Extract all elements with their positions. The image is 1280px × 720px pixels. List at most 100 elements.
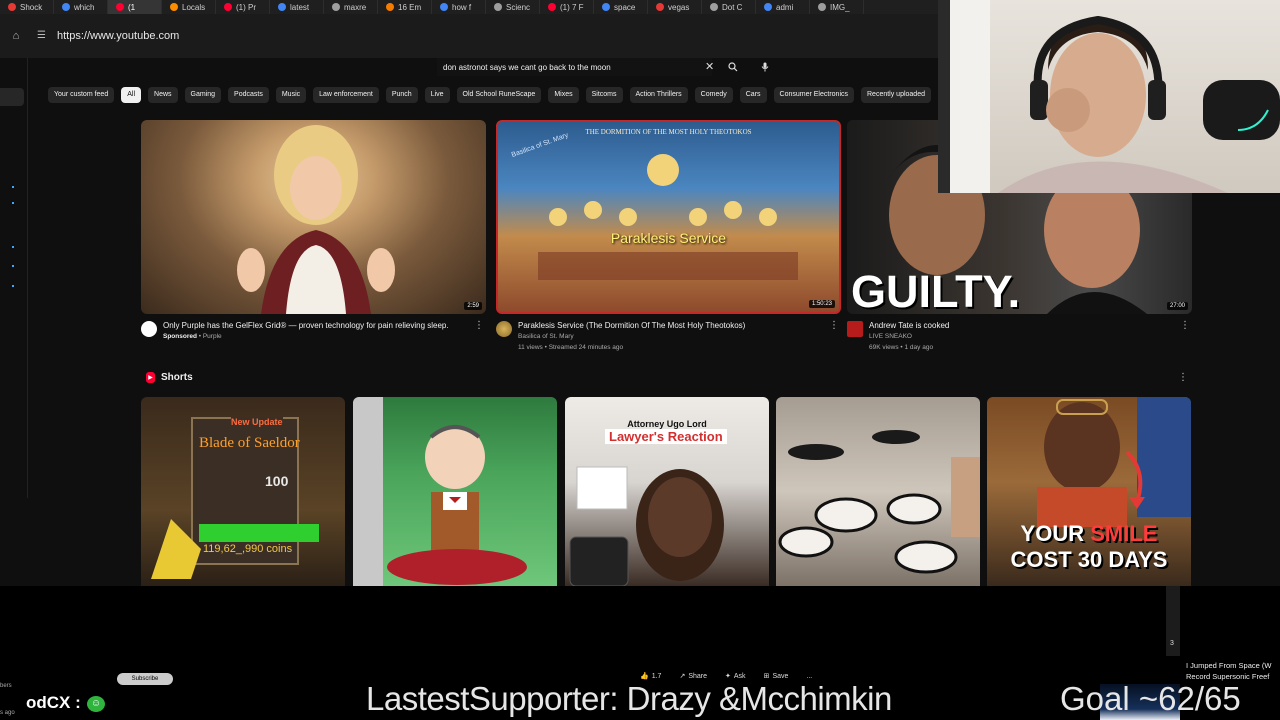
channel-avatar[interactable] [847, 321, 863, 337]
shorts-title: Shorts [161, 372, 193, 383]
chip-cars[interactable]: Cars [739, 87, 767, 103]
browser-tab[interactable]: IMG_ [810, 0, 864, 14]
video-title[interactable]: Andrew Tate is cooked [869, 320, 1174, 331]
video-card[interactable]: 2:59 Only Purple has the GelFlex Grid® —… [141, 120, 486, 356]
channel-name[interactable]: Basilica of St. Mary [518, 331, 841, 342]
chip-all[interactable]: All [121, 87, 142, 103]
channel-name[interactable]: LIVE SNEAKO [869, 331, 1192, 342]
browser-tab[interactable]: (1) Pr [216, 0, 270, 14]
channel-avatar[interactable] [141, 321, 157, 337]
browser-tab[interactable]: Locals [162, 0, 216, 14]
tab-label: which [74, 2, 95, 12]
short-card[interactable]: New Update Blade of Saeldor 100 119,62_,… [141, 397, 345, 586]
browser-tab[interactable]: Scienc [486, 0, 540, 14]
chip-podcasts[interactable]: Podcasts [228, 87, 269, 103]
more-options-icon[interactable]: ⋮ [1180, 320, 1190, 331]
browser-tab[interactable]: maxre [324, 0, 378, 14]
chip-consumer-electronics[interactable]: Consumer Electronics [773, 87, 854, 103]
thumbnail-caption: Paraklesis Service [610, 230, 727, 246]
more-options-icon[interactable]: ⋮ [1178, 372, 1188, 383]
browser-tab[interactable]: Shock [0, 0, 54, 14]
short-card[interactable] [353, 397, 557, 586]
tab-favicon-icon [170, 3, 178, 11]
short-card[interactable] [776, 397, 980, 586]
tab-favicon-icon [548, 3, 556, 11]
browser-tab[interactable]: vegas [648, 0, 702, 14]
coin-count: 119,62_,990 coins [203, 543, 293, 555]
sidebar-home-item[interactable] [0, 88, 24, 106]
browser-tab[interactable]: space [594, 0, 648, 14]
browser-tab[interactable]: 16 Em [378, 0, 432, 14]
short-card[interactable]: YOUR SMILE COST 30 DAYS [987, 397, 1191, 586]
ask-button[interactable]: ✦ Ask [725, 672, 746, 681]
more-options-icon[interactable]: ⋮ [829, 320, 839, 331]
chip-music[interactable]: Music [275, 87, 307, 103]
search-input[interactable] [437, 58, 712, 76]
left-sidebar-rail [0, 58, 28, 498]
tab-favicon-icon [440, 3, 448, 11]
tab-favicon-icon [818, 3, 826, 11]
chip-law-enforcement[interactable]: Law enforcement [313, 87, 379, 103]
tab-label: Dot C [722, 2, 743, 12]
latest-supporter-ticker: LastestSupporter: Drazy &Mcchimkin [366, 680, 892, 717]
chip-action-thrillers[interactable]: Action Thrillers [629, 87, 688, 103]
chip-gaming[interactable]: Gaming [184, 87, 222, 103]
video-title[interactable]: Paraklesis Service (The Dormition Of The… [518, 320, 823, 331]
video-duration: 1:50:23 [808, 300, 835, 308]
site-settings-icon[interactable]: ☰ [37, 30, 49, 42]
tab-favicon-icon [764, 3, 772, 11]
tab-favicon-icon [494, 3, 502, 11]
more-button[interactable]: ... [806, 672, 812, 680]
sidebar-live-dot [12, 202, 14, 204]
browser-tab[interactable]: latest [270, 0, 324, 14]
sponsored-label: Sponsored [163, 333, 197, 340]
more-options-icon[interactable]: ⋮ [474, 320, 484, 331]
video-stats: 69K views • 1 day ago [869, 344, 934, 351]
home-icon[interactable]: ⌂ [9, 29, 23, 43]
shorts-header: ▶ Shorts [146, 372, 193, 383]
channel-avatar[interactable] [496, 321, 512, 337]
channel-name[interactable]: Purple [203, 333, 222, 340]
tab-favicon-icon [710, 3, 718, 11]
chip-mixes[interactable]: Mixes [548, 87, 579, 103]
ask-icon: ✦ [725, 673, 731, 680]
sidebar-live-dot [12, 246, 14, 248]
video-meta: Only Purple has the GelFlex Grid® — prov… [141, 320, 486, 356]
search-icon[interactable] [725, 59, 741, 75]
browser-tab-strip: Shock which (1 Locals (1) Pr latest maxre 16 Em… [0, 0, 940, 14]
chip-news[interactable]: News [148, 87, 178, 103]
chip-live[interactable]: Live [424, 87, 450, 103]
subscribe-button[interactable]: Subscribe [117, 673, 173, 685]
chip-punch[interactable]: Punch [385, 87, 418, 103]
like-button[interactable]: 👍 1.7 [640, 672, 661, 681]
chip-old-school-runescape[interactable]: Old School RuneScape [456, 87, 542, 103]
clear-search-icon[interactable]: ✕ [705, 60, 714, 73]
browser-tab[interactable]: admi [756, 0, 810, 14]
share-button[interactable]: ↗ Share [679, 672, 707, 681]
action-label: Save [772, 672, 789, 680]
chip-sitcoms[interactable]: Sitcoms [585, 87, 623, 103]
browser-tab[interactable]: (1) 7 F [540, 0, 594, 14]
side-count: 3 [1170, 640, 1174, 647]
microphone-icon[interactable] [757, 59, 773, 75]
chip-recently-uploaded[interactable]: Recently uploaded [861, 87, 931, 103]
item-badge: 100 [265, 473, 289, 489]
video-card[interactable]: THE DORMITION OF THE MOST HOLY THEOTOKOS… [496, 120, 841, 356]
tab-label: (1 [128, 2, 136, 12]
browser-tab[interactable]: which [54, 0, 108, 14]
video-duration: 2:59 [464, 302, 482, 310]
video-title[interactable]: Only Purple has the GelFlex Grid® — prov… [163, 320, 468, 331]
chip-your-custom-feed[interactable]: Your custom feed [48, 87, 115, 103]
video-thumbnail[interactable]: 2:59 [141, 120, 486, 314]
tab-favicon-icon [116, 3, 124, 11]
browser-tab[interactable]: Dot C [702, 0, 756, 14]
url-text[interactable]: https://www.youtube.com [57, 30, 179, 42]
browser-tab[interactable]: how f [432, 0, 486, 14]
chip-comedy[interactable]: Comedy [694, 87, 733, 103]
video-thumbnail[interactable]: THE DORMITION OF THE MOST HOLY THEOTOKOS… [496, 120, 841, 314]
save-button[interactable]: ⊞ Save [764, 672, 789, 681]
recommended-video-title[interactable]: I Jumped From Space (W Record Supersonic… [1186, 660, 1280, 682]
short-card[interactable]: Attorney Ugo Lord Lawyer's Reaction [565, 397, 769, 586]
caption-line: COST 30 DAYS [1010, 547, 1168, 572]
browser-tab[interactable]: (1 [108, 0, 162, 14]
